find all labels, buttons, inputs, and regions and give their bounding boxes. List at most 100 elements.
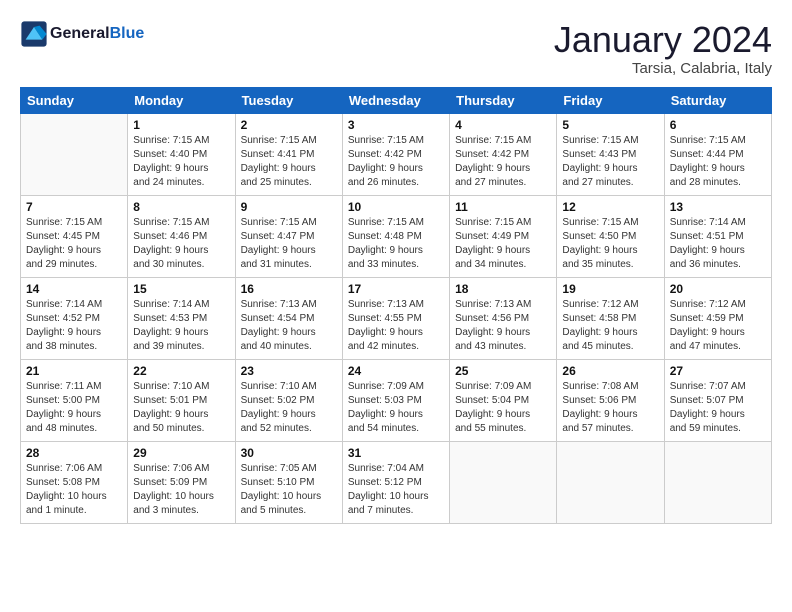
day-number: 2: [241, 118, 337, 132]
day-info: Sunrise: 7:04 AMSunset: 5:12 PMDaylight:…: [348, 462, 444, 518]
day-number: 4: [455, 118, 551, 132]
day-number: 22: [133, 364, 229, 378]
day-cell: 30 Sunrise: 7:05 AMSunset: 5:10 PMDayligh…: [235, 441, 342, 523]
day-cell: 2 Sunrise: 7:15 AMSunset: 4:41 PMDaylight…: [235, 113, 342, 195]
day-number: 15: [133, 282, 229, 296]
day-number: 5: [562, 118, 658, 132]
day-number: 8: [133, 200, 229, 214]
day-cell: 18Sunrise: 7:13 AMSunset: 4:56 PMDayligh…: [450, 277, 557, 359]
day-info: Sunrise: 7:07 AMSunset: 5:07 PMDaylight:…: [670, 380, 766, 436]
day-number: 27: [670, 364, 766, 378]
day-number: 14: [26, 282, 122, 296]
day-cell: 14 Sunrise: 7:14 AMSunset: 4:52 PMDayligh…: [21, 277, 128, 359]
day-info: Sunrise: 7:10 AMSunset: 5:02 PMDaylight:…: [241, 380, 337, 436]
day-number: 31: [348, 446, 444, 460]
day-cell: 22 Sunrise: 7:10 AMSunset: 5:01 PMDayligh…: [128, 359, 235, 441]
day-info: Sunrise: 7:15 AMSunset: 4:45 PMDaylight:…: [26, 216, 122, 272]
day-info: Sunrise: 7:15 AMSunset: 4:40 PMDaylight:…: [133, 134, 229, 190]
day-cell: 6 Sunrise: 7:15 AMSunset: 4:44 PMDaylight…: [664, 113, 771, 195]
day-cell: 13Sunrise: 7:14 AMSunset: 4:51 PMDayligh…: [664, 195, 771, 277]
day-cell: [664, 441, 771, 523]
day-header-row: SundayMondayTuesdayWednesdayThursdayFrid…: [21, 87, 772, 113]
day-info: Sunrise: 7:15 AMSunset: 4:43 PMDaylight:…: [562, 134, 658, 190]
day-info: Sunrise: 7:11 AMSunset: 5:00 PMDaylight:…: [26, 380, 122, 436]
day-cell: 5 Sunrise: 7:15 AMSunset: 4:43 PMDaylight…: [557, 113, 664, 195]
day-info: Sunrise: 7:15 AMSunset: 4:49 PMDaylight:…: [455, 216, 551, 272]
column-header-wednesday: Wednesday: [342, 87, 449, 113]
day-info: Sunrise: 7:13 AMSunset: 4:55 PMDaylight:…: [348, 298, 444, 354]
day-cell: 17 Sunrise: 7:13 AMSunset: 4:55 PMDayligh…: [342, 277, 449, 359]
day-info: Sunrise: 7:06 AMSunset: 5:09 PMDaylight:…: [133, 462, 229, 518]
day-cell: 9 Sunrise: 7:15 AMSunset: 4:47 PMDaylight…: [235, 195, 342, 277]
day-number: 3: [348, 118, 444, 132]
day-cell: [557, 441, 664, 523]
column-header-monday: Monday: [128, 87, 235, 113]
week-row-5: 28Sunrise: 7:06 AMSunset: 5:08 PMDayligh…: [21, 441, 772, 523]
column-header-saturday: Saturday: [664, 87, 771, 113]
day-number: 11: [455, 200, 551, 214]
day-number: 9: [241, 200, 337, 214]
day-number: 25: [455, 364, 551, 378]
day-info: Sunrise: 7:09 AMSunset: 5:03 PMDaylight:…: [348, 380, 444, 436]
day-info: Sunrise: 7:14 AMSunset: 4:52 PMDaylight:…: [26, 298, 122, 354]
day-number: 17: [348, 282, 444, 296]
day-info: Sunrise: 7:12 AMSunset: 4:58 PMDaylight:…: [562, 298, 658, 354]
day-number: 24: [348, 364, 444, 378]
day-number: 29: [133, 446, 229, 460]
day-info: Sunrise: 7:15 AMSunset: 4:42 PMDaylight:…: [348, 134, 444, 190]
logo-blue-text: Blue: [110, 25, 145, 43]
day-cell: 16Sunrise: 7:13 AMSunset: 4:54 PMDayligh…: [235, 277, 342, 359]
day-cell: 19Sunrise: 7:12 AMSunset: 4:58 PMDayligh…: [557, 277, 664, 359]
day-info: Sunrise: 7:10 AMSunset: 5:01 PMDaylight:…: [133, 380, 229, 436]
day-cell: 26 Sunrise: 7:08 AMSunset: 5:06 PMDayligh…: [557, 359, 664, 441]
day-info: Sunrise: 7:09 AMSunset: 5:04 PMDaylight:…: [455, 380, 551, 436]
page-container: General Blue January 2024 Tarsia, Calabr…: [0, 0, 792, 534]
day-cell: 11 Sunrise: 7:15 AMSunset: 4:49 PMDayligh…: [450, 195, 557, 277]
day-cell: 4 Sunrise: 7:15 AMSunset: 4:42 PMDaylight…: [450, 113, 557, 195]
week-row-4: 21 Sunrise: 7:11 AMSunset: 5:00 PMDayligh…: [21, 359, 772, 441]
day-cell: 15 Sunrise: 7:14 AMSunset: 4:53 PMDayligh…: [128, 277, 235, 359]
day-info: Sunrise: 7:15 AMSunset: 4:50 PMDaylight:…: [562, 216, 658, 272]
day-info: Sunrise: 7:14 AMSunset: 4:53 PMDaylight:…: [133, 298, 229, 354]
day-number: 13: [670, 200, 766, 214]
day-info: Sunrise: 7:15 AMSunset: 4:41 PMDaylight:…: [241, 134, 337, 190]
day-info: Sunrise: 7:15 AMSunset: 4:44 PMDaylight:…: [670, 134, 766, 190]
column-header-tuesday: Tuesday: [235, 87, 342, 113]
day-number: 16: [241, 282, 337, 296]
day-number: 28: [26, 446, 122, 460]
day-number: 20: [670, 282, 766, 296]
day-cell: 12 Sunrise: 7:15 AMSunset: 4:50 PMDayligh…: [557, 195, 664, 277]
day-info: Sunrise: 7:15 AMSunset: 4:46 PMDaylight:…: [133, 216, 229, 272]
day-info: Sunrise: 7:13 AMSunset: 4:56 PMDaylight:…: [455, 298, 551, 354]
logo-icon: [20, 20, 48, 48]
week-row-3: 14 Sunrise: 7:14 AMSunset: 4:52 PMDayligh…: [21, 277, 772, 359]
title-section: January 2024 Tarsia, Calabria, Italy: [554, 20, 772, 77]
column-header-friday: Friday: [557, 87, 664, 113]
day-number: 21: [26, 364, 122, 378]
day-cell: 23 Sunrise: 7:10 AMSunset: 5:02 PMDayligh…: [235, 359, 342, 441]
day-cell: 27 Sunrise: 7:07 AMSunset: 5:07 PMDayligh…: [664, 359, 771, 441]
day-info: Sunrise: 7:05 AMSunset: 5:10 PMDaylight:…: [241, 462, 337, 518]
day-cell: 21 Sunrise: 7:11 AMSunset: 5:00 PMDayligh…: [21, 359, 128, 441]
day-cell: 29 Sunrise: 7:06 AMSunset: 5:09 PMDayligh…: [128, 441, 235, 523]
week-row-2: 7 Sunrise: 7:15 AMSunset: 4:45 PMDaylight…: [21, 195, 772, 277]
day-number: 1: [133, 118, 229, 132]
day-number: 23: [241, 364, 337, 378]
day-cell: 10Sunrise: 7:15 AMSunset: 4:48 PMDayligh…: [342, 195, 449, 277]
day-cell: 25 Sunrise: 7:09 AMSunset: 5:04 PMDayligh…: [450, 359, 557, 441]
day-info: Sunrise: 7:15 AMSunset: 4:42 PMDaylight:…: [455, 134, 551, 190]
day-cell: [21, 113, 128, 195]
header: General Blue January 2024 Tarsia, Calabr…: [20, 20, 772, 77]
day-number: 6: [670, 118, 766, 132]
calendar-title: January 2024: [554, 20, 772, 60]
day-cell: 7 Sunrise: 7:15 AMSunset: 4:45 PMDaylight…: [21, 195, 128, 277]
day-number: 26: [562, 364, 658, 378]
day-number: 7: [26, 200, 122, 214]
day-info: Sunrise: 7:12 AMSunset: 4:59 PMDaylight:…: [670, 298, 766, 354]
day-number: 12: [562, 200, 658, 214]
day-cell: [450, 441, 557, 523]
day-cell: 24 Sunrise: 7:09 AMSunset: 5:03 PMDayligh…: [342, 359, 449, 441]
day-info: Sunrise: 7:08 AMSunset: 5:06 PMDaylight:…: [562, 380, 658, 436]
day-info: Sunrise: 7:15 AMSunset: 4:47 PMDaylight:…: [241, 216, 337, 272]
day-number: 30: [241, 446, 337, 460]
